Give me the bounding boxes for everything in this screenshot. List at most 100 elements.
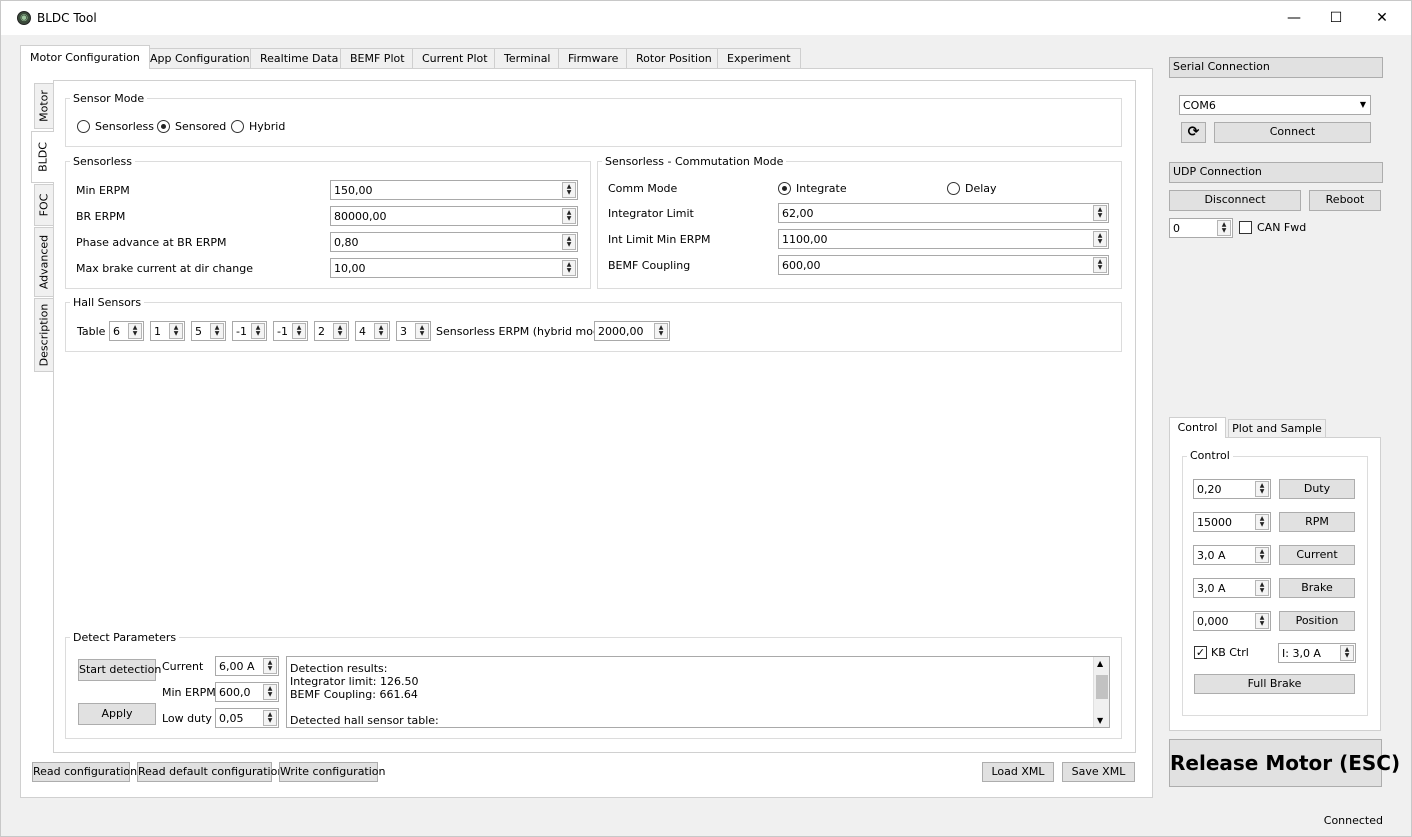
rpm-spinbox[interactable]: 15000 ▲ ▼ (1193, 512, 1271, 532)
brake-button[interactable]: Brake (1279, 578, 1355, 598)
refresh-ports-button[interactable]: ⟳ (1181, 122, 1206, 143)
hall-table-spinbox[interactable]: -1 ▲ ▼ (232, 321, 267, 341)
spin-arrows-icon[interactable]: ▲ ▼ (210, 323, 224, 339)
detect-low-duty-spinbox[interactable]: 0,05 ▲ ▼ (215, 708, 279, 728)
scroll-down-icon[interactable]: ▼ (1097, 716, 1103, 725)
hall-table-spinbox[interactable]: -1 ▲ ▼ (273, 321, 308, 341)
tab-current-plot[interactable]: Current Plot (412, 48, 498, 68)
integrator-limit-spinbox[interactable]: 62,00 ▲ ▼ (778, 203, 1109, 223)
spin-arrows-icon[interactable]: ▲ ▼ (1255, 514, 1269, 530)
side-tab-bldc[interactable]: BLDC (31, 131, 54, 183)
side-tab-description[interactable]: Description (34, 298, 53, 372)
chevron-down-icon[interactable]: ▼ (1360, 100, 1366, 109)
hall-table-spinbox[interactable]: 4 ▲ ▼ (355, 321, 390, 341)
spin-arrows-icon[interactable]: ▲ ▼ (415, 323, 429, 339)
spin-arrows-icon[interactable]: ▲ ▼ (1255, 580, 1269, 596)
connect-button[interactable]: Connect (1214, 122, 1371, 143)
spin-arrows-icon[interactable]: ▲ ▼ (374, 323, 388, 339)
tab-bemf-plot[interactable]: BEMF Plot (340, 48, 415, 68)
start-detection-button[interactable]: Start detection (78, 659, 161, 681)
spin-arrows-icon[interactable]: ▲ ▼ (1093, 257, 1107, 273)
tab-firmware[interactable]: Firmware (558, 48, 629, 68)
rpm-button[interactable]: RPM (1279, 512, 1355, 532)
spin-arrows-icon[interactable]: ▲ ▼ (562, 208, 576, 224)
release-motor-button[interactable]: Release Motor (ESC) (1169, 739, 1400, 787)
int-limit-min-erpm-spinbox[interactable]: 1100,00 ▲ ▼ (778, 229, 1109, 249)
detect-current-spinbox[interactable]: 6,00 A ▲ ▼ (215, 656, 279, 676)
tab-terminal[interactable]: Terminal (494, 48, 561, 68)
spin-arrows-icon[interactable]: ▲ ▼ (654, 323, 668, 339)
read-default-configuration-button[interactable]: Read default configuration (137, 762, 284, 782)
hall-table-spinbox[interactable]: 2 ▲ ▼ (314, 321, 349, 341)
tab-plot-and-sample[interactable]: Plot and Sample (1228, 419, 1326, 438)
spin-arrows-icon[interactable]: ▲ ▼ (333, 323, 347, 339)
radio-integrate[interactable] (778, 182, 791, 195)
tab-control[interactable]: Control (1169, 417, 1226, 438)
spin-arrows-icon[interactable]: ▲ ▼ (1217, 220, 1231, 236)
serial-connection-header[interactable]: Serial Connection (1169, 57, 1383, 78)
read-configuration-button[interactable]: Read configuration (32, 762, 137, 782)
results-scrollbar[interactable]: ▲ ▼ (1093, 657, 1109, 727)
udp-connection-header[interactable]: UDP Connection (1169, 162, 1383, 183)
spin-arrows-icon[interactable]: ▲ ▼ (263, 710, 277, 726)
side-tab-advanced[interactable]: Advanced (34, 227, 53, 297)
close-button[interactable]: ✕ (1359, 1, 1405, 35)
spin-arrows-icon[interactable]: ▲ ▼ (562, 182, 576, 198)
save-xml-button[interactable]: Save XML (1062, 762, 1135, 782)
max-brake-current-spinbox[interactable]: 10,00 ▲ ▼ (330, 258, 578, 278)
current-spinbox[interactable]: 3,0 A ▲ ▼ (1193, 545, 1271, 565)
kb-current-spinbox[interactable]: I: 3,0 A ▲ ▼ (1278, 643, 1356, 663)
position-spinbox[interactable]: 0,000 ▲ ▼ (1193, 611, 1271, 631)
scroll-thumb[interactable] (1096, 675, 1108, 699)
minimize-button[interactable]: — (1271, 1, 1317, 35)
radio-hybrid[interactable] (231, 120, 244, 133)
spin-arrows-icon[interactable]: ▲ ▼ (562, 234, 576, 250)
hall-table-spinbox[interactable]: 6 ▲ ▼ (109, 321, 144, 341)
spin-arrows-icon[interactable]: ▲ ▼ (292, 323, 306, 339)
spin-arrows-icon[interactable]: ▲ ▼ (263, 684, 277, 700)
current-button[interactable]: Current (1279, 545, 1355, 565)
duty-spinbox[interactable]: 0,20 ▲ ▼ (1193, 479, 1271, 499)
hall-table-spinbox[interactable]: 1 ▲ ▼ (150, 321, 185, 341)
spin-arrows-icon[interactable]: ▲ ▼ (1093, 231, 1107, 247)
spin-arrows-icon[interactable]: ▲ ▼ (169, 323, 183, 339)
side-tab-foc[interactable]: FOC (34, 184, 53, 226)
can-fwd-checkbox[interactable] (1239, 221, 1252, 234)
tab-app-configuration[interactable]: App Configuration (140, 48, 260, 68)
radio-sensorless[interactable] (77, 120, 90, 133)
serial-port-dropdown[interactable]: COM6 ▼ (1179, 95, 1371, 115)
spin-arrows-icon[interactable]: ▲ ▼ (1255, 613, 1269, 629)
position-button[interactable]: Position (1279, 611, 1355, 631)
spin-arrows-icon[interactable]: ▲ ▼ (1340, 645, 1354, 661)
detect-min-erpm-spinbox[interactable]: 600,0 ▲ ▼ (215, 682, 279, 702)
spin-arrows-icon[interactable]: ▲ ▼ (1093, 205, 1107, 221)
tab-realtime-data[interactable]: Realtime Data (250, 48, 349, 68)
detection-results-textbox[interactable]: Detection results: Integrator limit: 126… (286, 656, 1110, 728)
phase-advance-spinbox[interactable]: 0,80 ▲ ▼ (330, 232, 578, 252)
radio-sensored[interactable] (157, 120, 170, 133)
hybrid-erpm-spinbox[interactable]: 2000,00 ▲ ▼ (594, 321, 670, 341)
load-xml-button[interactable]: Load XML (982, 762, 1054, 782)
write-configuration-button[interactable]: Write configuration (279, 762, 386, 782)
tab-rotor-position[interactable]: Rotor Position (626, 48, 722, 68)
apply-button[interactable]: Apply (78, 703, 156, 725)
can-id-spinbox[interactable]: 0 ▲ ▼ (1169, 218, 1233, 238)
disconnect-button[interactable]: Disconnect (1169, 190, 1301, 211)
hall-table-spinbox[interactable]: 5 ▲ ▼ (191, 321, 226, 341)
radio-delay[interactable] (947, 182, 960, 195)
side-tab-motor[interactable]: Motor (34, 83, 53, 129)
hall-table-spinbox[interactable]: 3 ▲ ▼ (396, 321, 431, 341)
spin-arrows-icon[interactable]: ▲ ▼ (263, 658, 277, 674)
tab-motor-configuration[interactable]: Motor Configuration (20, 45, 150, 69)
br-erpm-spinbox[interactable]: 80000,00 ▲ ▼ (330, 206, 578, 226)
duty-button[interactable]: Duty (1279, 479, 1355, 499)
brake-spinbox[interactable]: 3,0 A ▲ ▼ (1193, 578, 1271, 598)
spin-arrows-icon[interactable]: ▲ ▼ (562, 260, 576, 276)
spin-arrows-icon[interactable]: ▲ ▼ (1255, 481, 1269, 497)
scroll-up-icon[interactable]: ▲ (1097, 659, 1103, 668)
full-brake-button[interactable]: Full Brake (1194, 674, 1355, 694)
spin-arrows-icon[interactable]: ▲ ▼ (128, 323, 142, 339)
spin-arrows-icon[interactable]: ▲ ▼ (1255, 547, 1269, 563)
kb-ctrl-checkbox[interactable]: ✓ (1194, 646, 1207, 659)
reboot-button[interactable]: Reboot (1309, 190, 1381, 211)
